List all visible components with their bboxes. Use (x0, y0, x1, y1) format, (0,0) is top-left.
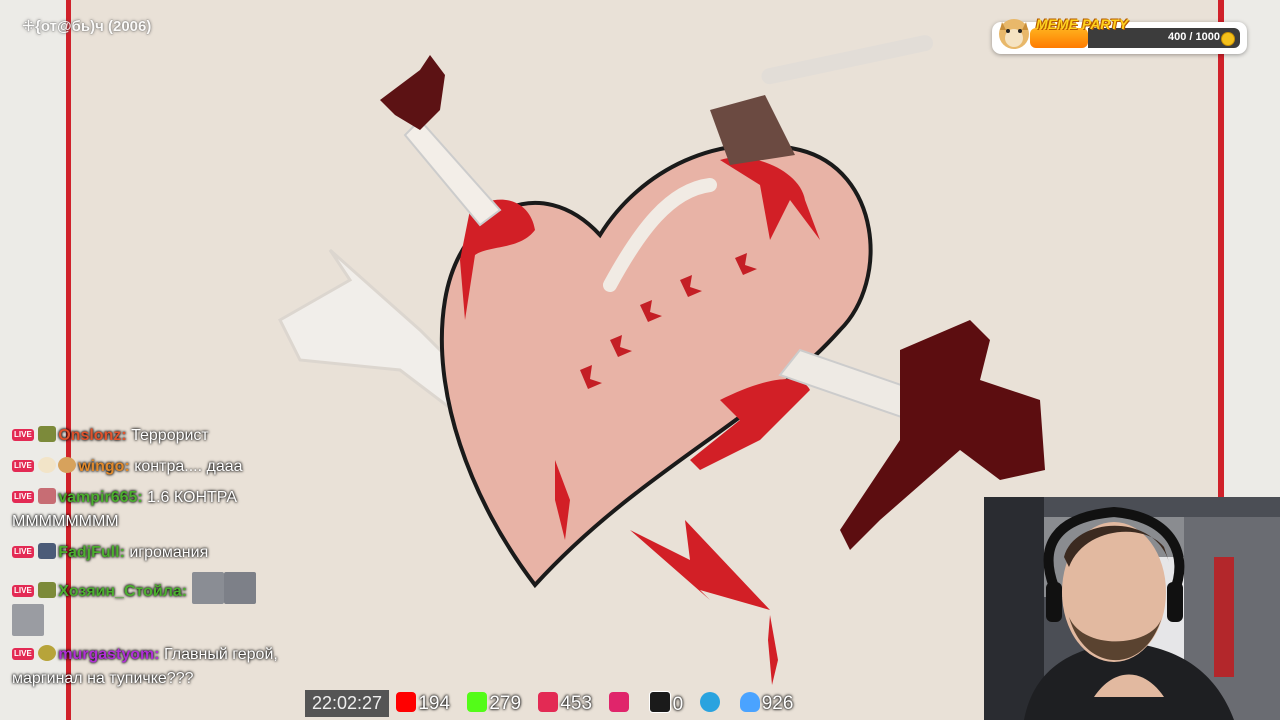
emote-icon (191, 572, 224, 604)
chat-text: Террорист (126, 427, 209, 444)
user-badge-icon (38, 582, 57, 598)
chat-text: игромания (124, 544, 209, 561)
chat-nick: wingo: (78, 458, 130, 475)
rutube-count: 0 (648, 691, 683, 716)
rutube-icon (648, 691, 671, 714)
user-badge-icon (38, 457, 57, 473)
chat-message: LIVE Хозяин_Стойла: (12, 572, 287, 636)
emote-icon (12, 604, 44, 636)
kick-icon (467, 692, 488, 713)
webcam-image (984, 497, 1280, 720)
meme-party-widget: 400 / 1000 MEME PARTY (992, 16, 1247, 54)
vk-live-icon (538, 692, 559, 713)
user-badge-icon (38, 543, 57, 559)
meme-party-title: MEME PARTY (1036, 16, 1129, 32)
emote-icon (223, 572, 256, 604)
chat-nick: vampir665: (58, 489, 143, 506)
chat-message: LIVE wingo: контра.... дааа (12, 455, 287, 479)
live-badge: LIVE (12, 491, 34, 503)
play-icon (609, 692, 630, 713)
user-badge-icon (38, 488, 57, 504)
chat-nick: Хозяин_Стойла: (58, 583, 188, 600)
kick-count: 279 (467, 692, 521, 715)
chat-nick: FadjFull: (58, 544, 125, 561)
live-badge: LIVE (12, 585, 34, 597)
other-platform (609, 692, 631, 715)
webcam-feed (984, 497, 1280, 720)
viewers-count: 926 (739, 692, 793, 715)
viewers-icon (739, 692, 760, 713)
user-badge-icon (38, 426, 57, 442)
stream-title: ꔰ{от@бь)ч (2006) (22, 18, 152, 35)
chat-text: контра.... дааа (129, 458, 243, 475)
user-badge-icon (58, 457, 77, 473)
user-badge-icon (38, 645, 57, 661)
youtube-count: 194 (396, 692, 450, 715)
vk-live-count: 453 (538, 692, 592, 715)
chat-message: LIVE murgastyom: Главный герой, маргинал… (12, 643, 287, 691)
chat-message: LIVE FadjFull: игромания (12, 541, 287, 565)
chat-nick: Onslonz: (58, 427, 127, 444)
live-badge: LIVE (12, 546, 34, 558)
meme-progress-count: 400 / 1000 (1168, 31, 1220, 43)
chat-overlay: LIVE Onslonz: Террорист LIVE wingo: конт… (12, 424, 287, 698)
chat-message: LIVE vampir665: 1.6 КОНТРА ММММММММ (12, 486, 287, 534)
live-badge: LIVE (12, 460, 34, 472)
stats-bar: 22:02:27 194 279 453 0 926 (305, 690, 805, 720)
chat-message: LIVE Onslonz: Террорист (12, 424, 287, 448)
telegram-icon (700, 692, 721, 713)
doge-icon (999, 19, 1029, 49)
stream-clock: 22:02:27 (305, 690, 390, 717)
telegram-count (700, 692, 722, 715)
youtube-icon (396, 692, 417, 713)
coin-icon (1221, 32, 1235, 46)
live-badge: LIVE (12, 429, 34, 441)
chat-nick: murgastyom: (58, 646, 160, 663)
live-badge: LIVE (12, 648, 34, 660)
